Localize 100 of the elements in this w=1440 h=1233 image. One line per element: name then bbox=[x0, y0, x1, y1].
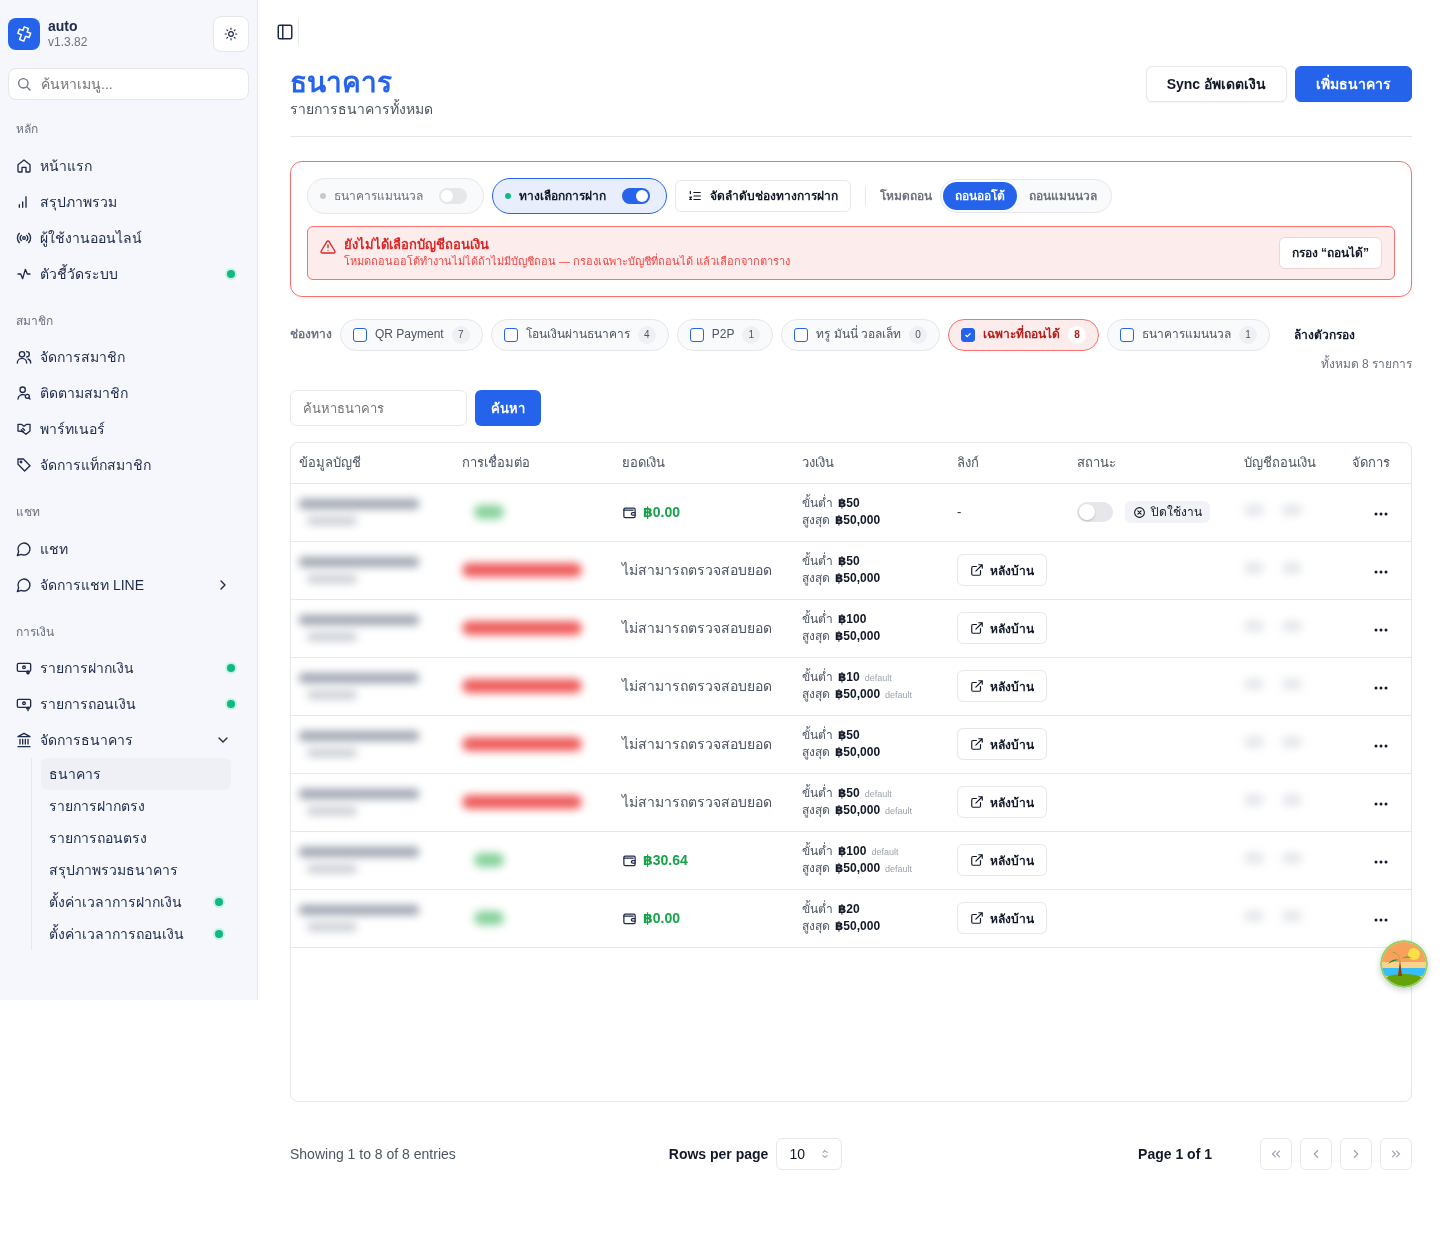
search-button[interactable]: ค้นหา bbox=[475, 390, 541, 427]
limit-value: ฿50 bbox=[838, 727, 860, 744]
toggle-pill[interactable]: ทางเลือกการฝาก bbox=[492, 177, 667, 214]
home-icon bbox=[16, 157, 32, 174]
backoffice-link-button[interactable]: หลังบ้าน bbox=[957, 612, 1047, 645]
limit-value: ฿50 bbox=[838, 785, 860, 802]
filter-chip[interactable]: ทรู มันนี่ วอลเล็ท 0 bbox=[781, 318, 941, 351]
limit-label: สูงสุด bbox=[802, 919, 830, 935]
backoffice-link-button[interactable]: หลังบ้าน bbox=[957, 728, 1047, 761]
backoffice-link-button[interactable]: หลังบ้าน bbox=[957, 670, 1047, 703]
sidebar-subitem[interactable]: รายการถอนตรง bbox=[41, 822, 231, 855]
default-note: default bbox=[885, 690, 913, 703]
limit-value: ฿50 bbox=[838, 495, 860, 512]
backoffice-link-button[interactable]: หลังบ้าน bbox=[957, 786, 1047, 819]
checkbox[interactable] bbox=[794, 327, 809, 342]
checkbox[interactable] bbox=[1120, 327, 1135, 342]
toggle-switch[interactable] bbox=[439, 187, 467, 204]
count-badge: 0 bbox=[909, 325, 928, 344]
limit-label: ขั้นต่ำ bbox=[802, 553, 833, 570]
total-count: ทั้งหมด 8 รายการ bbox=[1320, 356, 1412, 371]
sync-button[interactable]: Sync อัพเดตเงิน bbox=[1145, 66, 1287, 102]
backoffice-link-button[interactable]: หลังบ้าน bbox=[957, 554, 1047, 587]
column-header: บัญชีถอนเงิน bbox=[1236, 443, 1344, 484]
filter-chip[interactable]: P2P 1 bbox=[676, 318, 774, 351]
checkbox[interactable] bbox=[689, 327, 704, 342]
sidebar-item[interactable]: ผู้ใช้งานออนไลน์ bbox=[8, 219, 249, 256]
chat-bubble-icon bbox=[16, 540, 32, 557]
filter-chip[interactable]: ธนาคารแมนนวล 1 bbox=[1107, 318, 1271, 351]
checkbox[interactable] bbox=[353, 327, 367, 342]
filter-withdrawable-button[interactable]: กรอง “ถอนได้” bbox=[1278, 236, 1382, 269]
limit-value: ฿50,000 bbox=[835, 745, 881, 761]
mode-option[interactable]: ถอนออโต้ bbox=[943, 181, 1017, 210]
sidebar-item[interactable]: จัดการแชท LINE bbox=[8, 566, 249, 603]
balance-amount: ฿0.00 bbox=[643, 909, 680, 928]
sidebar-item[interactable]: รายการฝากเงิน bbox=[8, 650, 249, 687]
limit-label: สูงสุด bbox=[802, 803, 830, 819]
filter-chip[interactable]: QR Payment 7 bbox=[340, 318, 483, 351]
menu-search-field[interactable]: ค้นหาเมนู... bbox=[8, 68, 249, 100]
count-badge: 4 bbox=[637, 325, 656, 344]
sidebar-item[interactable]: จัดการสมาชิก bbox=[8, 339, 249, 376]
limit-label: ขั้นต่ำ bbox=[802, 669, 833, 686]
alert-title: ยังไม่ได้เลือกบัญชีถอนเงิน bbox=[344, 237, 490, 253]
mode-option[interactable]: ถอนแมนนวล bbox=[1017, 181, 1109, 210]
more-icon bbox=[1374, 743, 1388, 748]
default-note: default bbox=[864, 788, 892, 801]
bank-search-field[interactable]: ค้นหาธนาคาร bbox=[290, 390, 467, 427]
sidebar-item[interactable]: จัดการธนาคาร bbox=[8, 722, 249, 759]
sidebar-subitem[interactable]: สรุปภาพรวมธนาคาร bbox=[41, 854, 231, 887]
sidebar-subitem[interactable]: ธนาคาร bbox=[41, 758, 231, 791]
sidebar-item[interactable]: พาร์ทเนอร์ bbox=[8, 411, 249, 448]
sidebar-item[interactable]: ตัวชี้วัดระบบ bbox=[8, 255, 249, 292]
filter-chip[interactable]: เฉพาะที่ถอนได้ 8 bbox=[948, 318, 1100, 351]
limit-value: ฿50,000 bbox=[835, 919, 881, 935]
balance-error: ไม่สามารถตรวจสอบยอด bbox=[622, 677, 772, 694]
limit-value: ฿100 bbox=[838, 843, 867, 860]
limit-value: ฿50,000 bbox=[835, 513, 881, 529]
status-toggle[interactable] bbox=[1077, 502, 1113, 523]
cash-out-icon bbox=[16, 696, 32, 713]
sidebar-item[interactable]: แชท bbox=[8, 530, 249, 567]
sidebar-item[interactable]: จัดการแท็กสมาชิก bbox=[8, 447, 249, 484]
limit-value: ฿100 bbox=[838, 611, 867, 628]
add-bank-button[interactable]: เพิ่มธนาคาร bbox=[1295, 66, 1412, 102]
checkbox[interactable] bbox=[961, 327, 976, 342]
nav-section-title: สมาชิก bbox=[15, 313, 54, 330]
backoffice-link-button[interactable]: หลังบ้าน bbox=[957, 902, 1047, 935]
column-header: จัดการ bbox=[1344, 443, 1411, 484]
withdraw-mode-label: โหมดถอน bbox=[880, 188, 932, 203]
more-icon bbox=[1374, 511, 1388, 516]
puzzle-icon bbox=[15, 25, 33, 43]
channel-label: ช่องทาง bbox=[290, 327, 332, 343]
app-name: auto bbox=[48, 17, 79, 36]
sidebar-item[interactable]: รายการถอนเงิน bbox=[8, 686, 249, 723]
count-badge: 1 bbox=[742, 325, 761, 344]
column-header: สถานะ bbox=[1069, 443, 1236, 484]
external-link-icon bbox=[970, 679, 984, 694]
checkbox[interactable] bbox=[503, 327, 518, 342]
toggle-switch[interactable] bbox=[622, 187, 650, 204]
sidebar-item[interactable]: ติดตามสมาชิก bbox=[8, 375, 249, 412]
rows-per-page-select[interactable]: 10 bbox=[776, 1138, 842, 1171]
filter-chip[interactable]: โอนเงินผ่านธนาคาร 4 bbox=[490, 318, 669, 351]
count-badge: 1 bbox=[1239, 325, 1258, 344]
limit-value: ฿50 bbox=[838, 553, 860, 570]
users-icon bbox=[16, 349, 32, 366]
more-icon bbox=[1374, 627, 1388, 632]
limit-label: ขั้นต่ำ bbox=[802, 611, 833, 628]
sidebar-item[interactable]: สรุปภาพรวม bbox=[8, 183, 249, 220]
default-note: default bbox=[864, 672, 892, 685]
toggle-pill[interactable]: ธนาคารแมนนวล bbox=[307, 177, 484, 214]
column-header: การเชื่อมต่อ bbox=[454, 443, 614, 484]
sidebar-subitem[interactable]: ตั้งค่าเวลาการฝากเงิน bbox=[41, 886, 231, 919]
sidebar-item[interactable]: หน้าแรก bbox=[8, 147, 249, 184]
sidebar-subitem[interactable]: ตั้งค่าเวลาการถอนเงิน bbox=[41, 918, 231, 951]
default-note: default bbox=[885, 864, 913, 877]
theme-toggle-button[interactable] bbox=[213, 16, 249, 52]
backoffice-link-button[interactable]: หลังบ้าน bbox=[957, 844, 1047, 877]
order-channels-button[interactable]: จัดลำดับช่องทางการฝาก bbox=[675, 179, 851, 212]
chat-bubble-icon bbox=[16, 576, 32, 593]
sidebar-subitem[interactable]: รายการฝากตรง bbox=[41, 790, 231, 823]
clear-filters-link[interactable]: ล้างตัวกรอง bbox=[1288, 324, 1362, 346]
limit-value: ฿50,000 bbox=[835, 687, 881, 703]
